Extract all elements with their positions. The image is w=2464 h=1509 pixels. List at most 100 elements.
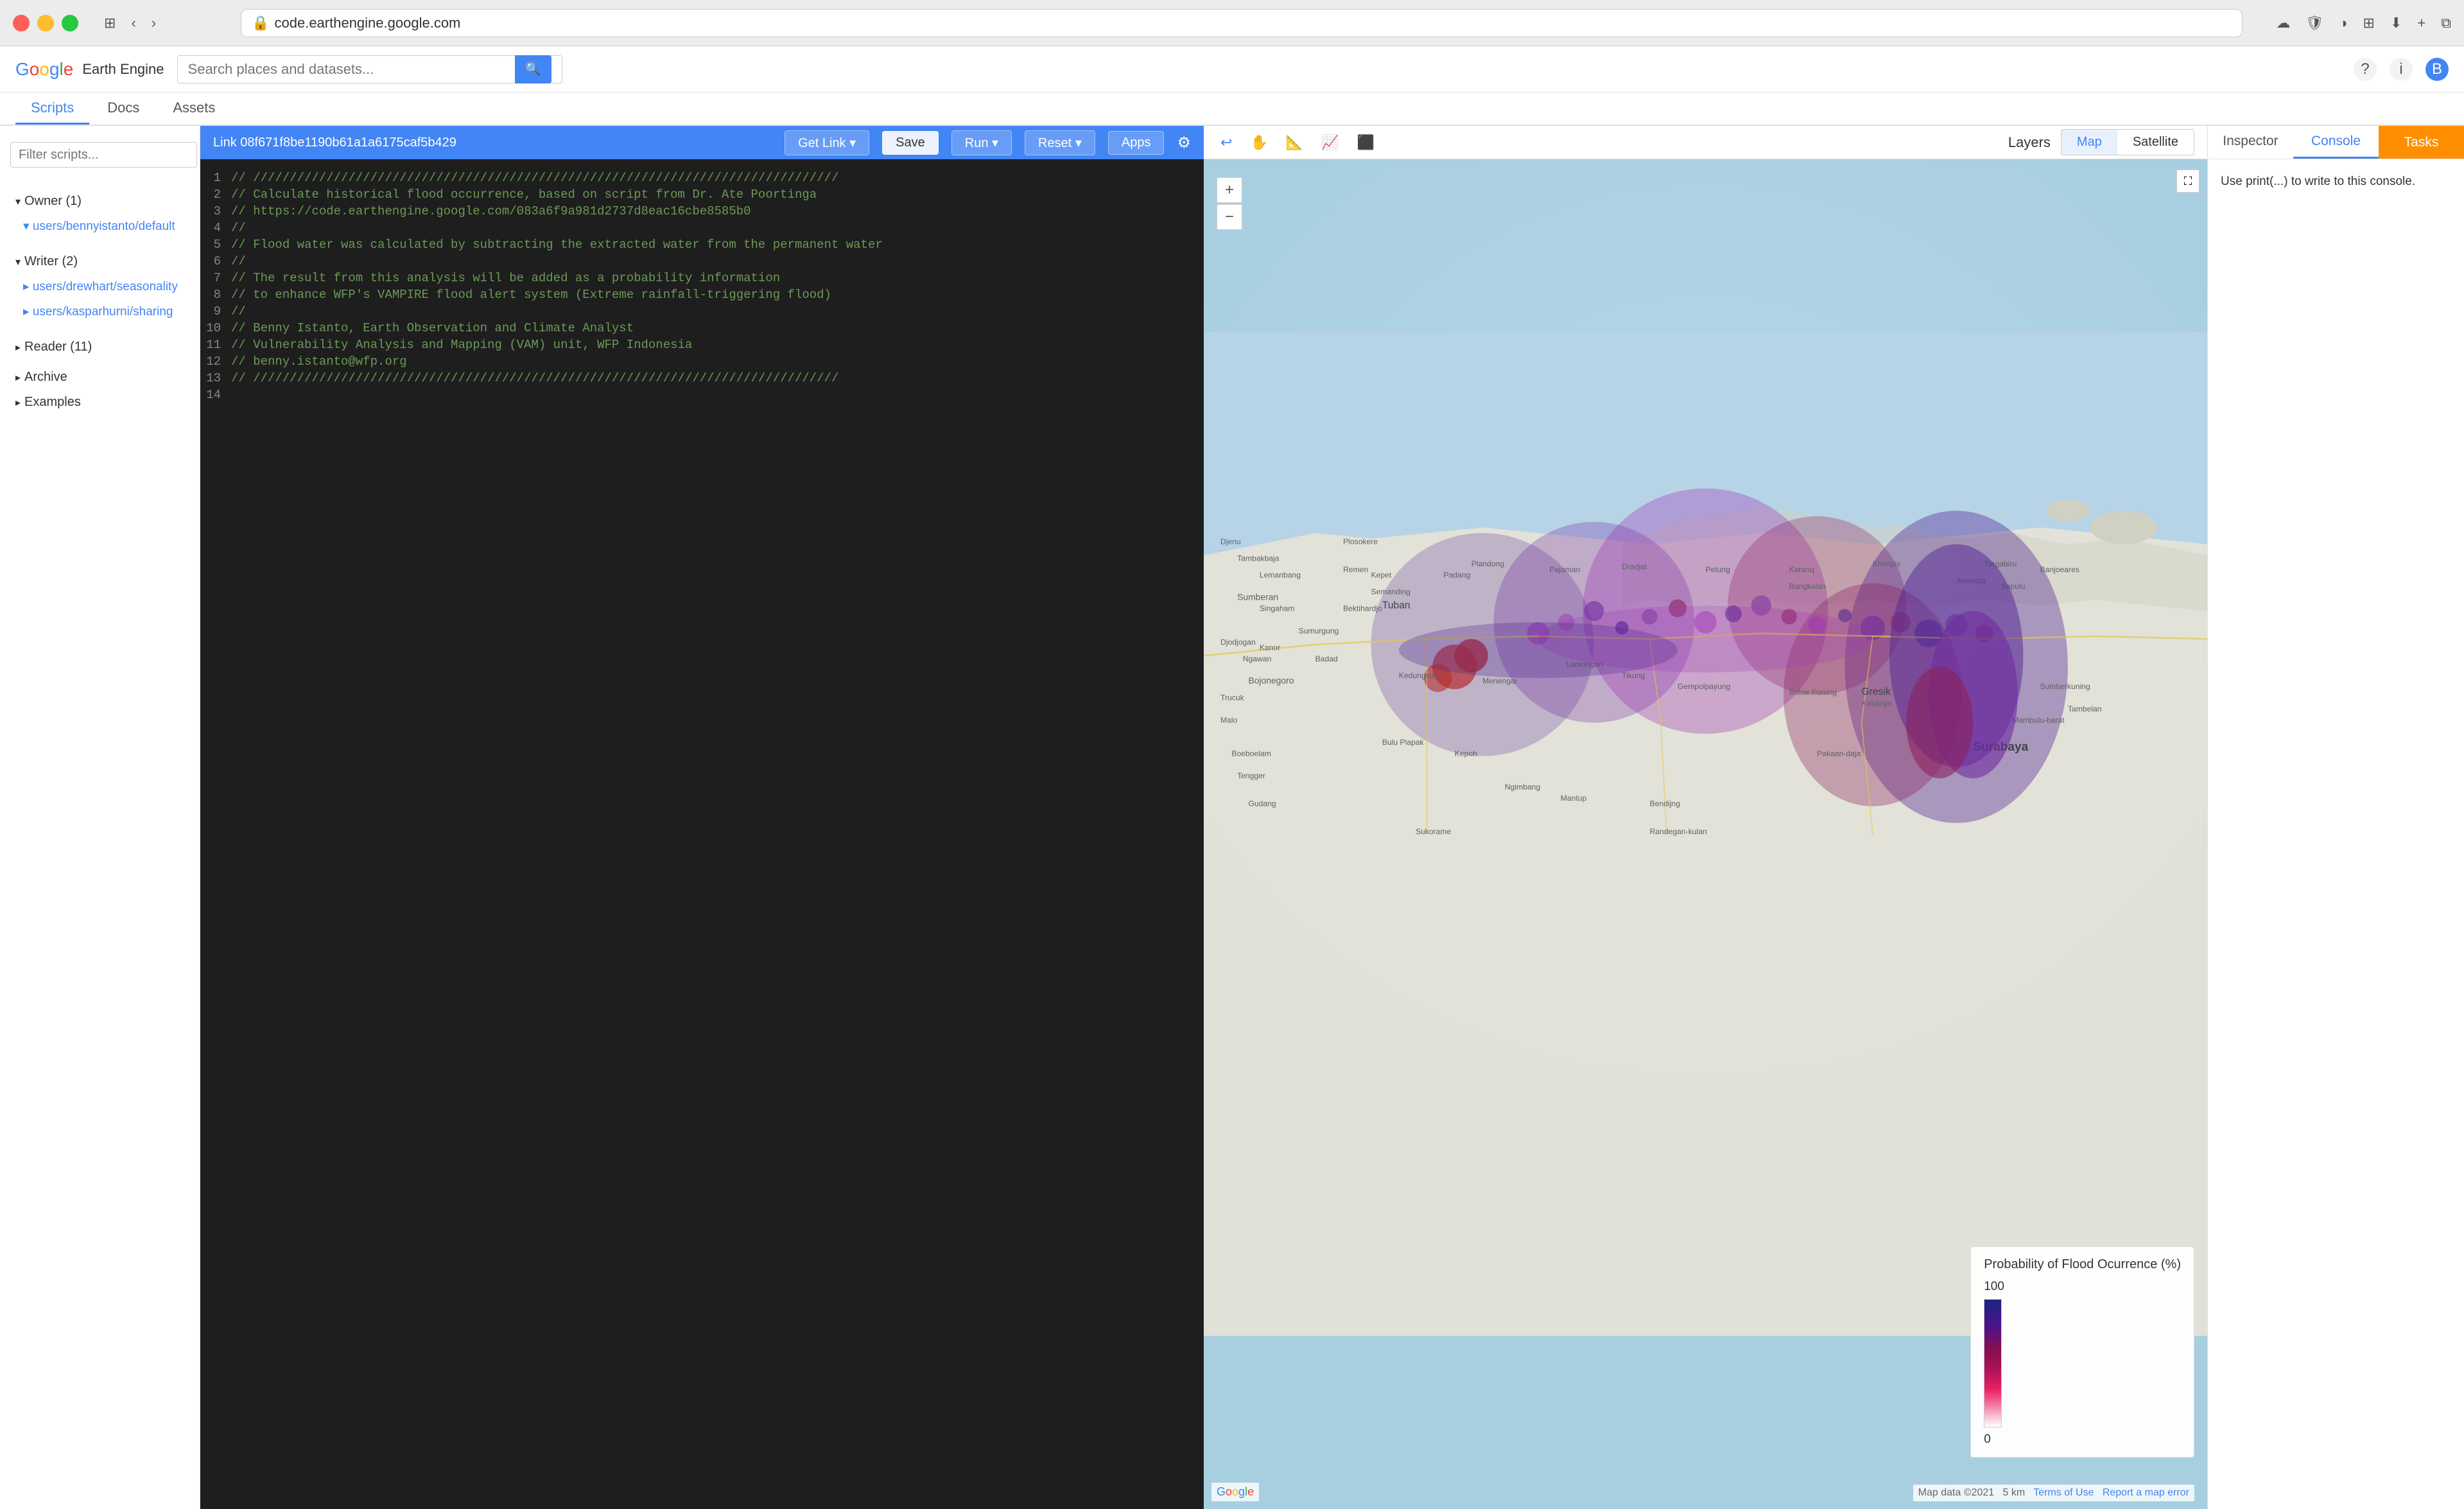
- zoom-in-button[interactable]: +: [1217, 177, 1242, 203]
- sidebar-section-writer: ▾Writer (2) ▸ users/drewhart/seasonality…: [0, 244, 200, 329]
- sidebar-examples[interactable]: ▸Examples: [0, 390, 200, 415]
- reset-button[interactable]: Reset ▾: [1025, 130, 1095, 155]
- right-panel-content: Use print(...) to write to this console.: [2208, 159, 2464, 1509]
- extensions-icon[interactable]: ⊞: [2363, 15, 2375, 31]
- svg-text:Petung: Petung: [1706, 565, 1730, 574]
- svg-text:Sumberkuning: Sumberkuning: [2040, 682, 2090, 691]
- nav-forward-icon[interactable]: ›: [152, 15, 156, 31]
- map-container: ↩ ✋ 📐 📈 ⬛ Layers Map Satellite: [1204, 126, 2207, 1509]
- google-logo-text: Google: [15, 59, 73, 80]
- code-line: 2// Calculate historical flood occurrenc…: [200, 186, 1204, 203]
- maximize-dot[interactable]: [62, 15, 78, 31]
- map-tool-pan[interactable]: ↩: [1217, 130, 1236, 155]
- search-bar[interactable]: 🔍: [177, 55, 562, 83]
- sidebar-archive[interactable]: ▸Archive: [0, 365, 200, 390]
- line-number: 14: [200, 388, 231, 402]
- tab-docs[interactable]: Docs: [92, 93, 155, 125]
- code-line: 14: [200, 387, 1204, 403]
- search-input[interactable]: [188, 61, 510, 78]
- map-tool-measure[interactable]: 📐: [1282, 130, 1307, 155]
- code-line: 6//: [200, 253, 1204, 270]
- map-toolbar: ↩ ✋ 📐 📈 ⬛ Layers Map Satellite: [1204, 126, 2207, 159]
- svg-text:Sukorame: Sukorame: [1416, 827, 1452, 836]
- svg-text:Kebanjar: Kebanjar: [1862, 699, 1893, 708]
- download-icon[interactable]: ⬇: [2390, 15, 2402, 31]
- map-tool-hand[interactable]: ✋: [1246, 130, 1271, 155]
- sidebar-writer-header[interactable]: ▾Writer (2): [0, 249, 200, 274]
- layers-label: Layers: [2008, 134, 2051, 151]
- code-editor[interactable]: 1// ////////////////////////////////////…: [200, 159, 1204, 1509]
- svg-text:Bulu Plapak: Bulu Plapak: [1382, 738, 1425, 747]
- zoom-out-button[interactable]: −: [1217, 204, 1242, 230]
- report-link[interactable]: Report a map error: [2103, 1487, 2189, 1498]
- line-number: 8: [200, 288, 231, 302]
- svg-text:Randegan-kulan: Randegan-kulan: [1650, 827, 1707, 836]
- map-type-map[interactable]: Map: [2061, 130, 2117, 155]
- tabs-icon[interactable]: ⧉: [2441, 15, 2451, 31]
- map-tool-chart[interactable]: 📈: [1317, 130, 1342, 155]
- settings-icon[interactable]: ⚙: [1177, 134, 1191, 152]
- tab-inspector[interactable]: Inspector: [2208, 126, 2293, 159]
- line-number: 2: [200, 188, 231, 202]
- sidebar-writer-drewhart[interactable]: ▸ users/drewhart/seasonality: [0, 274, 200, 299]
- sidebar-writer-kaspar[interactable]: ▸ users/kasparhurni/sharing: [0, 299, 200, 324]
- google-bottom-logo: Google: [1211, 1483, 1259, 1501]
- line-content: // /////////////////////////////////////…: [231, 371, 1204, 385]
- sidebar-owner-header[interactable]: ▾Owner (1): [0, 189, 200, 214]
- code-line: 9//: [200, 303, 1204, 320]
- tab-scripts[interactable]: Scripts: [15, 93, 89, 125]
- expand-map-button[interactable]: ⛶: [2176, 170, 2199, 193]
- sidebar-toggle-icon[interactable]: ⊞: [104, 15, 116, 31]
- map-data-text: Map data ©2021: [1918, 1487, 1995, 1498]
- svg-text:Tengger: Tengger: [1237, 771, 1265, 780]
- legend-gradient-bar: [1984, 1299, 2002, 1427]
- map-tool-draw[interactable]: ⬛: [1353, 130, 1378, 155]
- svg-text:Gudang: Gudang: [1248, 799, 1276, 808]
- help-icon[interactable]: ?: [2354, 58, 2377, 81]
- line-number: 13: [200, 371, 231, 385]
- apps-button[interactable]: Apps: [1108, 131, 1165, 155]
- code-line: 1// ////////////////////////////////////…: [200, 170, 1204, 186]
- svg-text:Sumberan: Sumberan: [1237, 591, 1278, 602]
- terms-link[interactable]: Terms of Use: [2033, 1487, 2094, 1498]
- info-icon[interactable]: i: [2390, 58, 2413, 81]
- code-line: 5// Flood water was calculated by subtra…: [200, 236, 1204, 253]
- sidebar-owner-default[interactable]: ▾ users/bennyistanto/default: [0, 214, 200, 239]
- nav-back-icon[interactable]: ‹: [131, 15, 135, 31]
- svg-text:Djenu: Djenu: [1220, 537, 1241, 546]
- code-header: Link 08f671f8be1190b61a1a6175caf5b429 Ge…: [200, 126, 1204, 159]
- line-number: 12: [200, 354, 231, 369]
- legend-title: Probability of Flood Ocurrence (%): [1984, 1257, 2181, 1272]
- map-type-satellite[interactable]: Satellite: [2117, 130, 2194, 155]
- svg-text:Gresik: Gresik: [1862, 686, 1891, 697]
- line-content: // to enhance WFP's VAMPIRE flood alert …: [231, 288, 1204, 302]
- svg-text:Tambelan: Tambelan: [2068, 704, 2102, 713]
- code-editor-area: Link 08f671f8be1190b61a1a6175caf5b429 Ge…: [200, 126, 1204, 1509]
- minimize-dot[interactable]: [37, 15, 54, 31]
- close-dot[interactable]: [13, 15, 30, 31]
- tab-tasks[interactable]: Tasks: [2379, 126, 2464, 159]
- svg-text:Badad: Badad: [1315, 654, 1338, 663]
- tab-assets[interactable]: Assets: [157, 93, 230, 125]
- url-bar[interactable]: 🔒 code.earthengine.google.com: [241, 9, 2243, 37]
- filter-scripts-input[interactable]: [10, 142, 197, 168]
- new-tab-icon[interactable]: +: [2417, 15, 2425, 31]
- run-button[interactable]: Run ▾: [951, 130, 1012, 155]
- map-type-selector: Map Satellite: [2061, 129, 2194, 155]
- console-write-text: write to this console.: [2305, 175, 2415, 188]
- svg-text:Tuban: Tuban: [1382, 600, 1410, 611]
- topbar-icons: ? i B: [2354, 58, 2449, 81]
- code-line: 10// Benny Istanto, Earth Observation an…: [200, 320, 1204, 336]
- svg-text:Tambakbaja: Tambakbaja: [1237, 554, 1280, 563]
- sidebar-section-reader: ▸Reader (11): [0, 329, 200, 365]
- line-number: 6: [200, 254, 231, 268]
- profile-icon[interactable]: B: [2425, 58, 2449, 81]
- line-content: // /////////////////////////////////////…: [231, 171, 1204, 185]
- sidebar-reader-header[interactable]: ▸Reader (11): [0, 335, 200, 360]
- get-link-button[interactable]: Get Link ▾: [785, 130, 869, 155]
- tab-console[interactable]: Console: [2293, 126, 2379, 159]
- map-legend: Probability of Flood Ocurrence (%) 100 0: [1970, 1246, 2194, 1458]
- search-button[interactable]: 🔍: [515, 55, 551, 83]
- line-content: [231, 388, 1204, 402]
- save-button[interactable]: Save: [882, 131, 939, 155]
